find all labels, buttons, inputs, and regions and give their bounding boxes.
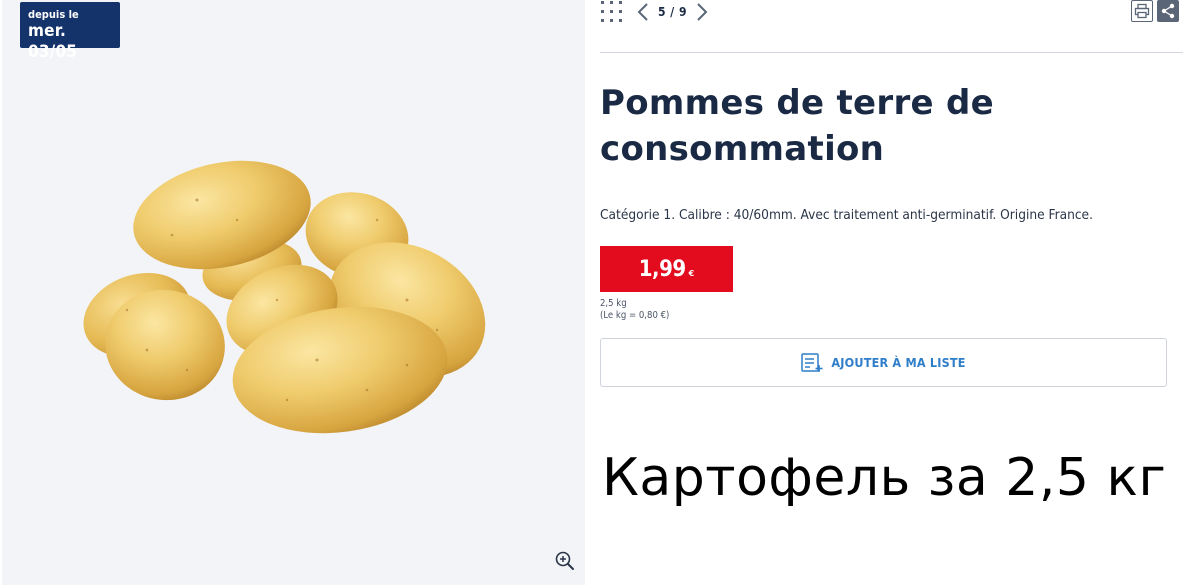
weight-label: 2,5 kg: [600, 298, 627, 309]
weight-info: 2,5 kg (Le kg = 0,80 €): [600, 298, 669, 322]
chevron-right-icon[interactable]: [695, 1, 709, 23]
grid-icon[interactable]: [600, 0, 624, 24]
share-button[interactable]: [1157, 0, 1179, 22]
date-badge: depuis le mer. 03/05: [20, 2, 120, 62]
zoom-in-icon[interactable]: [554, 550, 576, 572]
list-add-icon: [801, 352, 823, 372]
product-description: Catégorie 1. Calibre : 40/60mm. Avec tra…: [600, 207, 1093, 223]
product-pager: 5 / 9: [600, 0, 709, 24]
pager-total: 9: [679, 5, 688, 19]
price-currency: €: [688, 268, 695, 278]
pager-position: 5 / 9: [658, 5, 687, 19]
unit-price-label: (Le kg = 0,80 €): [600, 310, 670, 321]
top-actions: [1131, 0, 1179, 22]
add-to-list-button[interactable]: AJOUTER À MA LISTE: [600, 338, 1167, 387]
header-divider: [600, 52, 1183, 53]
badge-line1: depuis le: [28, 8, 79, 21]
chevron-left-icon[interactable]: [636, 1, 650, 23]
badge-line2: mer. 03/05: [28, 21, 78, 62]
product-title: Pommes de terre de consommation: [600, 83, 995, 169]
pager-current: 5: [658, 5, 667, 19]
price-box: 1,99 €: [600, 246, 733, 292]
pager-separator: /: [670, 5, 675, 19]
share-icon: [1161, 3, 1175, 19]
price-value: 1,99: [638, 256, 686, 282]
product-image-panel: depuis le mer. 03/05: [2, 0, 585, 585]
potatoes-image: [83, 160, 486, 434]
add-to-list-label: AJOUTER À MA LISTE: [831, 355, 966, 370]
overlay-caption: Картофель за 2,5 кг: [602, 448, 1167, 508]
print-button[interactable]: [1131, 0, 1153, 22]
print-icon: [1134, 3, 1150, 19]
